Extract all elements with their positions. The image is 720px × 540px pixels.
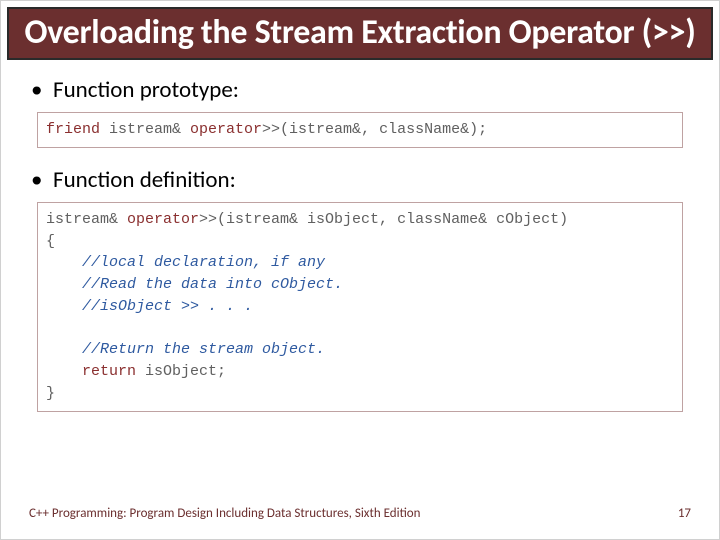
bullet-text: Function prototype: xyxy=(53,76,239,104)
code-indent xyxy=(46,254,82,271)
code-text: >>(istream&, className&); xyxy=(262,121,487,138)
bullet-icon: • xyxy=(31,166,53,194)
slide-body: • Function prototype: friend istream& op… xyxy=(1,60,719,506)
code-text: isObject; xyxy=(136,363,226,380)
code-indent xyxy=(46,298,82,315)
code-text: istream& xyxy=(46,211,127,228)
code-indent xyxy=(46,276,82,293)
slide-title: Overloading the Stream Extraction Operat… xyxy=(23,13,697,52)
code-text: { xyxy=(46,233,55,250)
bullet-text: Function definition: xyxy=(53,166,236,194)
code-indent xyxy=(46,341,82,358)
page-number: 17 xyxy=(678,506,691,521)
bullet-icon: • xyxy=(31,76,53,104)
code-keyword: operator xyxy=(127,211,199,228)
code-comment: //local declaration, if any xyxy=(82,254,325,271)
code-keyword: friend xyxy=(46,121,100,138)
title-block: Overloading the Stream Extraction Operat… xyxy=(7,7,713,60)
code-keyword: operator xyxy=(190,121,262,138)
code-definition: istream& operator>>(istream& isObject, c… xyxy=(37,202,683,412)
code-text: >>(istream& isObject, className& cObject… xyxy=(199,211,568,228)
bullet-prototype: • Function prototype: xyxy=(31,76,689,104)
code-comment: //isObject >> . . . xyxy=(82,298,253,315)
code-text: istream& xyxy=(100,121,190,138)
code-text: } xyxy=(46,385,55,402)
code-comment: //Read the data into cObject. xyxy=(82,276,343,293)
bullet-definition: • Function definition: xyxy=(31,166,689,194)
code-indent xyxy=(46,363,82,380)
footer-text: C++ Programming: Program Design Includin… xyxy=(29,506,421,521)
slide-footer: C++ Programming: Program Design Includin… xyxy=(1,506,719,539)
code-prototype: friend istream& operator>>(istream&, cla… xyxy=(37,112,683,148)
code-comment: //Return the stream object. xyxy=(82,341,325,358)
code-keyword: return xyxy=(82,363,136,380)
slide: Overloading the Stream Extraction Operat… xyxy=(0,0,720,540)
